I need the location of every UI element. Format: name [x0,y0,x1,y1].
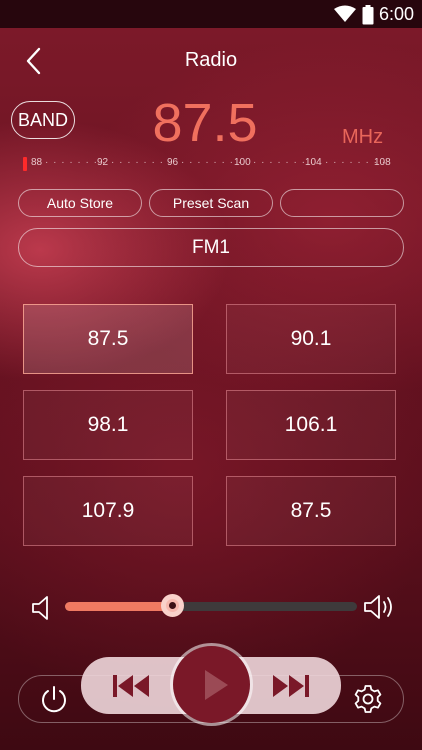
band-tab-fm1[interactable]: FM1 [18,228,404,267]
preset-button-6[interactable]: 87.5 [226,476,396,546]
volume-slider[interactable] [65,594,357,617]
tick-label: 92 [97,157,109,168]
power-icon[interactable] [39,684,69,714]
preset-button-3[interactable]: 98.1 [23,390,193,460]
speaker-icon[interactable] [31,594,53,622]
radio-screen: 6:00 Radio BAND 87.5 MHz 88 · · · · · · … [0,0,422,750]
tuner-scale[interactable]: 88 · · · · · · · · 92 · · · · · · · · 96… [22,156,394,174]
volume-fill [65,602,174,611]
battery-icon [362,5,374,25]
tick-label: 88 [31,157,43,168]
auto-store-button[interactable]: Auto Store [18,189,142,217]
preset-button-1[interactable]: 87.5 [23,304,193,374]
tuner-needle[interactable] [23,157,27,171]
tick-label: 96 [167,157,179,168]
frequency-unit: MHz [342,126,384,148]
preset-scan-button[interactable]: Preset Scan [149,189,273,217]
gear-icon[interactable] [352,683,384,715]
tick-label: 108 [374,157,391,168]
status-time: 6:00 [378,4,414,24]
volume-thumb[interactable] [161,594,185,617]
tick-dots: · · · · · · · · [181,157,243,168]
empty-action-button[interactable] [280,189,404,217]
preset-button-5[interactable]: 107.9 [23,476,193,546]
speaker-loud-icon[interactable] [363,592,397,622]
status-bar: 6:00 [0,0,422,28]
wifi-icon [334,5,356,22]
play-icon[interactable] [203,669,229,701]
tick-dots: · · · · · · · · [111,157,173,168]
preset-button-4[interactable]: 106.1 [226,390,396,460]
tick-label: 104 [305,157,322,168]
page-title: Radio [184,49,238,71]
tick-label: 100 [234,157,251,168]
skip-next-icon[interactable] [270,672,310,700]
preset-button-2[interactable]: 90.1 [226,304,396,374]
skip-previous-icon[interactable] [112,672,152,700]
